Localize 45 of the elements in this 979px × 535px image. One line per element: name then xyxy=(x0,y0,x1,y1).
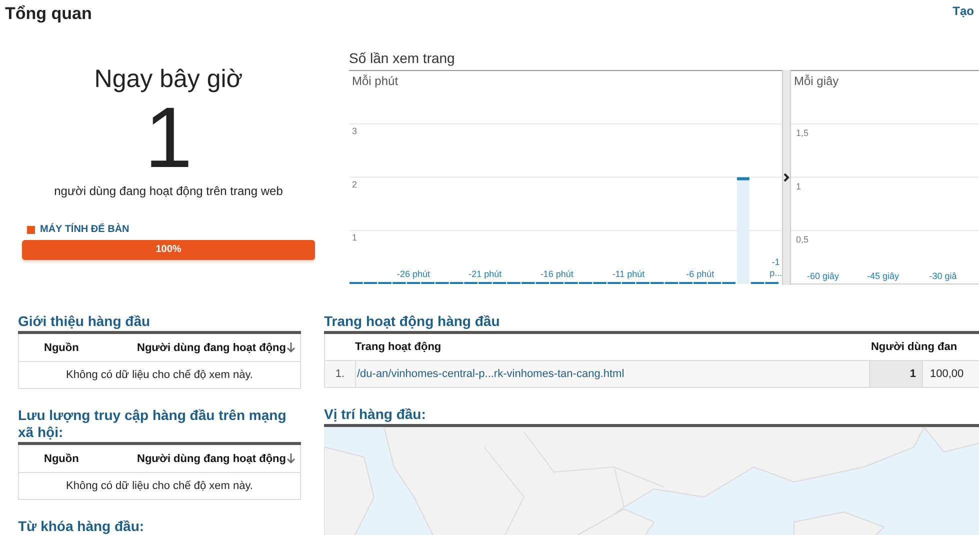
page-title: Tổng quan xyxy=(5,4,92,24)
column-header[interactable]: Người dùng đan xyxy=(868,334,979,360)
x-tick-label: -21 phút xyxy=(468,269,502,279)
y-tick-label: 3 xyxy=(352,126,358,136)
device-label: MÁY TÍNH ĐỂ BÀN xyxy=(40,224,130,235)
pageviews-title: Số lần xem trang xyxy=(349,50,456,68)
empty-message: Không có dữ liệu cho chế độ xem này. xyxy=(65,479,254,494)
chart-title: Mỗi phút xyxy=(352,74,398,88)
y-tick-label: 1 xyxy=(352,232,358,243)
column-header[interactable]: Người dùng đang hoạt động xyxy=(137,342,286,354)
device-share-value: 100% xyxy=(154,244,182,255)
x-tick-label: -60 giây xyxy=(806,271,840,281)
table-cell: 1 xyxy=(868,361,922,387)
sort-down-icon[interactable] xyxy=(286,342,296,353)
column-header[interactable]: Trang hoạt động xyxy=(354,334,868,360)
active-users-caption: người dùng đang hoạt động trên trang web xyxy=(54,184,283,198)
column-header[interactable]: Người dùng đang hoạt động xyxy=(137,452,286,464)
x-tick-label: -26 phút xyxy=(396,269,430,279)
empty-message: Không có dữ liệu cho chế độ xem này. xyxy=(65,368,254,383)
section-title: Trang hoạt động hàng đầu xyxy=(324,313,979,334)
active-users-count: 1 xyxy=(144,96,192,180)
section-title: Lưu lượng truy cập hàng đầu trên mạng xã hội: xyxy=(18,407,301,445)
x-tick-label: -30 giâ xyxy=(929,271,957,281)
x-tick-label: -6 phút xyxy=(686,269,714,279)
sort-down-icon[interactable] xyxy=(286,453,296,464)
chevron-right-icon xyxy=(783,173,790,182)
table-cell: 100,00 xyxy=(922,361,979,387)
section-title: Giới thiệu hàng đầu xyxy=(18,313,301,334)
y-tick-label: 0,5 xyxy=(796,234,809,245)
right-now-title: Ngay bây giờ xyxy=(94,64,243,94)
y-tick-label: 2 xyxy=(352,179,358,190)
row-number: 1. xyxy=(324,361,356,387)
x-tick-label: -11 phút xyxy=(612,269,645,279)
y-tick-label: 1,5 xyxy=(796,128,809,138)
x-tick-label: -1 p... xyxy=(770,257,782,278)
chart-title: Mỗi giây xyxy=(794,74,839,88)
y-tick-label: 1 xyxy=(796,181,802,192)
column-header[interactable]: Nguồn xyxy=(44,342,137,354)
x-tick-label: -16 phút xyxy=(540,269,574,279)
column-header[interactable]: Nguồn xyxy=(44,452,137,464)
section-title: Từ khóa hàng đầu: xyxy=(18,518,301,535)
page-link[interactable]: /du-an/vinhomes-central-p...rk-vinhomes-tan-cang.html xyxy=(356,368,624,380)
create-link[interactable]: Tạo xyxy=(952,4,974,18)
x-tick-label: -45 giây xyxy=(866,271,900,281)
expand-toggle[interactable] xyxy=(782,70,791,285)
